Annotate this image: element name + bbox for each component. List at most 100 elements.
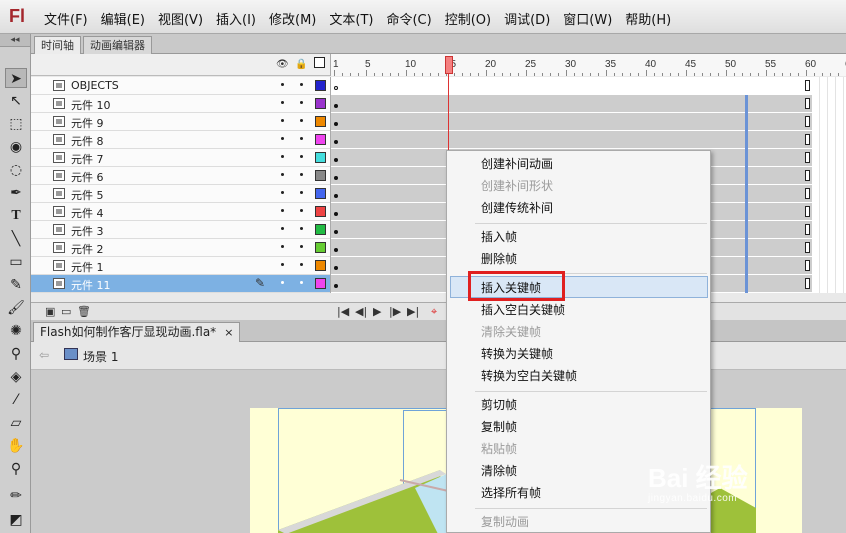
- layer-row[interactable]: 元件 3: [31, 221, 330, 239]
- empty-frames[interactable]: [812, 113, 846, 131]
- visibility-dot[interactable]: [281, 137, 284, 140]
- layer-row[interactable]: 元件 8: [31, 131, 330, 149]
- pencil-tool-icon[interactable]: ✎: [5, 275, 27, 295]
- layer-color-swatch[interactable]: [315, 188, 326, 199]
- playhead-marker[interactable]: [445, 56, 453, 74]
- layer-name[interactable]: 元件 5: [71, 187, 104, 203]
- lock-dot[interactable]: [300, 227, 303, 230]
- layer-row[interactable]: 元件 11 ✎: [31, 275, 330, 293]
- end-frame-marker[interactable]: [805, 242, 810, 253]
- selected-frame[interactable]: [745, 275, 748, 293]
- layer-color-swatch[interactable]: [315, 134, 326, 145]
- visibility-dot[interactable]: [281, 227, 284, 230]
- 3d-rotation-tool-icon[interactable]: ◉: [5, 137, 27, 157]
- layer-color-swatch[interactable]: [315, 242, 326, 253]
- frame-ruler[interactable]: 1510152025303540455055606: [330, 54, 846, 76]
- lock-dot[interactable]: [300, 137, 303, 140]
- empty-frames[interactable]: [812, 203, 846, 221]
- menu-insert[interactable]: 插入(I): [216, 9, 256, 28]
- menu-modify[interactable]: 修改(M): [269, 9, 316, 28]
- layer-color-swatch[interactable]: [315, 278, 326, 289]
- selected-frame[interactable]: [745, 203, 748, 221]
- scene-label[interactable]: 场景 1: [83, 348, 118, 365]
- frame-row[interactable]: [331, 131, 846, 149]
- layer-name[interactable]: 元件 1: [71, 259, 104, 275]
- back-arrow-icon[interactable]: ⇦: [39, 348, 49, 362]
- deco-tool-icon[interactable]: ✺: [5, 321, 27, 341]
- selected-frame[interactable]: [745, 95, 748, 113]
- visibility-dot[interactable]: [281, 101, 284, 104]
- stroke-color-icon[interactable]: ✏: [5, 486, 27, 506]
- menu-control[interactable]: 控制(O): [445, 9, 491, 28]
- layer-color-swatch[interactable]: [315, 260, 326, 271]
- frame-row[interactable]: [331, 95, 846, 113]
- empty-frames[interactable]: [812, 77, 846, 95]
- keyframe-dot[interactable]: [334, 122, 338, 126]
- layer-name[interactable]: OBJECTS: [71, 79, 119, 92]
- layer-name[interactable]: 元件 7: [71, 151, 104, 167]
- empty-frames[interactable]: [812, 95, 846, 113]
- end-frame-marker[interactable]: [805, 152, 810, 163]
- menu-copy-frames[interactable]: 复制帧: [447, 416, 710, 438]
- visibility-dot[interactable]: [281, 191, 284, 194]
- layer-name[interactable]: 元件 4: [71, 205, 104, 221]
- visibility-dot[interactable]: [281, 173, 284, 176]
- lock-dot[interactable]: [300, 245, 303, 248]
- empty-frames[interactable]: [812, 185, 846, 203]
- frame-row[interactable]: [331, 113, 846, 131]
- selection-tool-icon[interactable]: ➤: [5, 68, 27, 88]
- keyframe-dot[interactable]: [334, 140, 338, 144]
- end-frame-marker[interactable]: [805, 206, 810, 217]
- keyframe-dot[interactable]: [334, 176, 338, 180]
- document-tab[interactable]: Flash如何制作客厅显现动画.fla* ×: [33, 322, 241, 342]
- keyframe-dot[interactable]: [334, 212, 338, 216]
- layer-row[interactable]: 元件 10: [31, 95, 330, 113]
- frame-row[interactable]: [331, 77, 846, 95]
- keyframe-dot[interactable]: [334, 230, 338, 234]
- lock-dot[interactable]: [300, 209, 303, 212]
- layer-name[interactable]: 元件 9: [71, 115, 104, 131]
- keyframe-dot[interactable]: [334, 194, 338, 198]
- selected-frame[interactable]: [745, 131, 748, 149]
- tab-timeline[interactable]: 时间轴: [34, 36, 81, 54]
- selected-frame[interactable]: [745, 167, 748, 185]
- lock-dot[interactable]: [300, 281, 303, 284]
- menu-window[interactable]: 窗口(W): [563, 9, 612, 28]
- lock-dot[interactable]: [300, 155, 303, 158]
- keyframe-dot[interactable]: [334, 158, 338, 162]
- selected-frame[interactable]: [745, 239, 748, 257]
- layer-color-swatch[interactable]: [315, 224, 326, 235]
- end-frame-marker[interactable]: [805, 224, 810, 235]
- line-tool-icon[interactable]: ╲: [5, 229, 27, 249]
- new-layer-icon[interactable]: ▣: [45, 305, 55, 318]
- visibility-dot[interactable]: [281, 83, 284, 86]
- layer-name[interactable]: 元件 2: [71, 241, 104, 257]
- lock-dot[interactable]: [300, 119, 303, 122]
- new-folder-icon[interactable]: ▭: [61, 305, 71, 318]
- visibility-dot[interactable]: [281, 245, 284, 248]
- lock-dot[interactable]: [300, 191, 303, 194]
- layer-color-swatch[interactable]: [315, 80, 326, 91]
- fill-color-icon[interactable]: ◩: [5, 510, 27, 530]
- layer-name[interactable]: 元件 11: [71, 277, 111, 293]
- end-frame-marker[interactable]: [805, 134, 810, 145]
- layer-name[interactable]: 元件 10: [71, 97, 111, 113]
- layer-color-swatch[interactable]: [315, 98, 326, 109]
- visibility-dot[interactable]: [281, 119, 284, 122]
- outline-icon[interactable]: [314, 57, 325, 68]
- menu-insert-frame[interactable]: 插入帧: [447, 226, 710, 248]
- layer-color-swatch[interactable]: [315, 206, 326, 217]
- layer-row[interactable]: 元件 1: [31, 257, 330, 275]
- selected-frame[interactable]: [745, 221, 748, 239]
- end-frame-marker[interactable]: [805, 170, 810, 181]
- pen-tool-icon[interactable]: ✒: [5, 183, 27, 203]
- collapse-icon[interactable]: ◂◂: [0, 34, 30, 47]
- lock-dot[interactable]: [300, 263, 303, 266]
- hand-tool-icon[interactable]: ✋: [5, 436, 27, 456]
- center-frame-icon[interactable]: ⌖: [431, 305, 437, 319]
- empty-frames[interactable]: [812, 149, 846, 167]
- play-icon[interactable]: ▶: [373, 305, 381, 318]
- selected-frame[interactable]: [745, 185, 748, 203]
- menu-view[interactable]: 视图(V): [158, 9, 203, 28]
- menu-insert-blank-keyframe[interactable]: 插入空白关键帧: [447, 299, 710, 321]
